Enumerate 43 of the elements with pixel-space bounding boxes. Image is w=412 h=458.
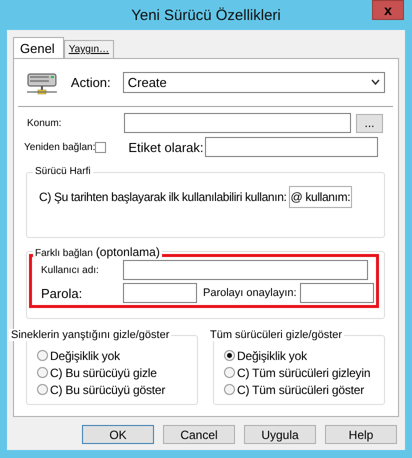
radio-label: Değişiklik yok: [237, 348, 307, 362]
radio-button[interactable]: [37, 384, 48, 395]
username-field[interactable]: [123, 260, 368, 280]
dialog-button[interactable]: Cancel: [163, 425, 235, 444]
radio-label: C) Tüm sürücüleri gizleyin: [237, 366, 370, 380]
radio-button[interactable]: [224, 367, 235, 378]
window-title: Yeni Sürücü Özellikleri: [131, 6, 281, 24]
tab[interactable]: Yaygın…: [64, 40, 114, 58]
group-title: Sineklerin yanştığını gizle/göster: [11, 329, 170, 341]
optional-note: (optonlama): [96, 245, 160, 259]
dialog-button[interactable]: Uygula: [244, 425, 316, 444]
drive-letter-box[interactable]: @ kullanım:: [288, 186, 352, 208]
username-label: Kullanıcı adı:: [41, 264, 100, 276]
radio-button[interactable]: [37, 367, 48, 378]
radio-label: C) Tüm sürücüleri göster: [237, 382, 364, 396]
dialog-button[interactable]: OK: [82, 425, 154, 444]
password-field[interactable]: [123, 283, 197, 303]
browse-button[interactable]: ...: [356, 114, 383, 132]
action-dropdown[interactable]: Create: [122, 72, 385, 92]
radio-label: C) Bu sürücüyü gizle: [50, 366, 157, 380]
tab[interactable]: Genel: [13, 37, 64, 59]
location-label: Konum:: [26, 118, 62, 128]
drive-letter-option: C) Şu tarihten başlayarak ilk kullanılabiliri kullanın:: [39, 190, 287, 204]
reconnect-checkbox[interactable]: [95, 142, 106, 152]
group-title: Tüm sürücüleri gizle/göster: [210, 329, 342, 341]
group-title: Sürücü Harfi: [35, 166, 91, 177]
reconnect-label: Yeniden bağlan:: [24, 142, 96, 152]
location-field[interactable]: [124, 113, 351, 133]
password-label: Parola:: [41, 286, 84, 300]
radio-button[interactable]: [37, 350, 48, 361]
radio-label: C) Bu sürücüyü göster: [50, 382, 166, 396]
label-as-label: Etiket olarak:: [128, 140, 204, 154]
radio-label: Değişiklik yok: [50, 348, 120, 362]
caret-icon: [371, 79, 380, 85]
confirm-password-field[interactable]: [300, 283, 374, 303]
group-title: Farklı bağlan: [35, 248, 93, 259]
confirm-password-label: Parolayı onaylayın:: [203, 287, 297, 299]
dialog-button[interactable]: Help: [325, 425, 397, 444]
action-label: Action:: [70, 74, 112, 90]
radio-button[interactable]: [224, 384, 235, 395]
close-button[interactable]: x: [372, 0, 404, 20]
radio-button[interactable]: [224, 350, 235, 361]
label-field[interactable]: [204, 137, 378, 157]
